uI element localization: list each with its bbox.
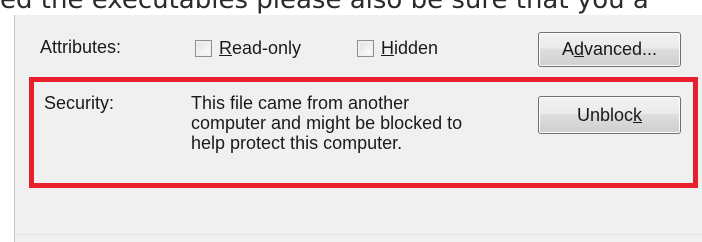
readonly-checkbox-group[interactable]: Read-only xyxy=(195,38,301,59)
security-label: Security: xyxy=(44,93,115,113)
background-caption-text: ed the executables please also be sure t… xyxy=(0,0,649,15)
security-message: This file came from another computer and… xyxy=(191,93,531,153)
unblock-button[interactable]: Unbloc k xyxy=(538,96,681,134)
security-message-line: computer and might be blocked to xyxy=(191,113,463,133)
hidden-label[interactable]: Hidden xyxy=(381,38,438,59)
security-message-line: help protect this computer. xyxy=(191,133,403,153)
advanced-button[interactable]: Ad vanced... xyxy=(538,32,681,67)
panel-divider xyxy=(14,234,702,235)
hidden-checkbox[interactable] xyxy=(357,40,374,57)
attributes-label: Attributes: xyxy=(40,37,122,57)
readonly-checkbox[interactable] xyxy=(195,40,212,57)
security-message-line: This file came from another xyxy=(191,93,410,113)
readonly-label[interactable]: Read-only xyxy=(219,38,301,59)
hidden-checkbox-group[interactable]: Hidden xyxy=(357,38,438,59)
